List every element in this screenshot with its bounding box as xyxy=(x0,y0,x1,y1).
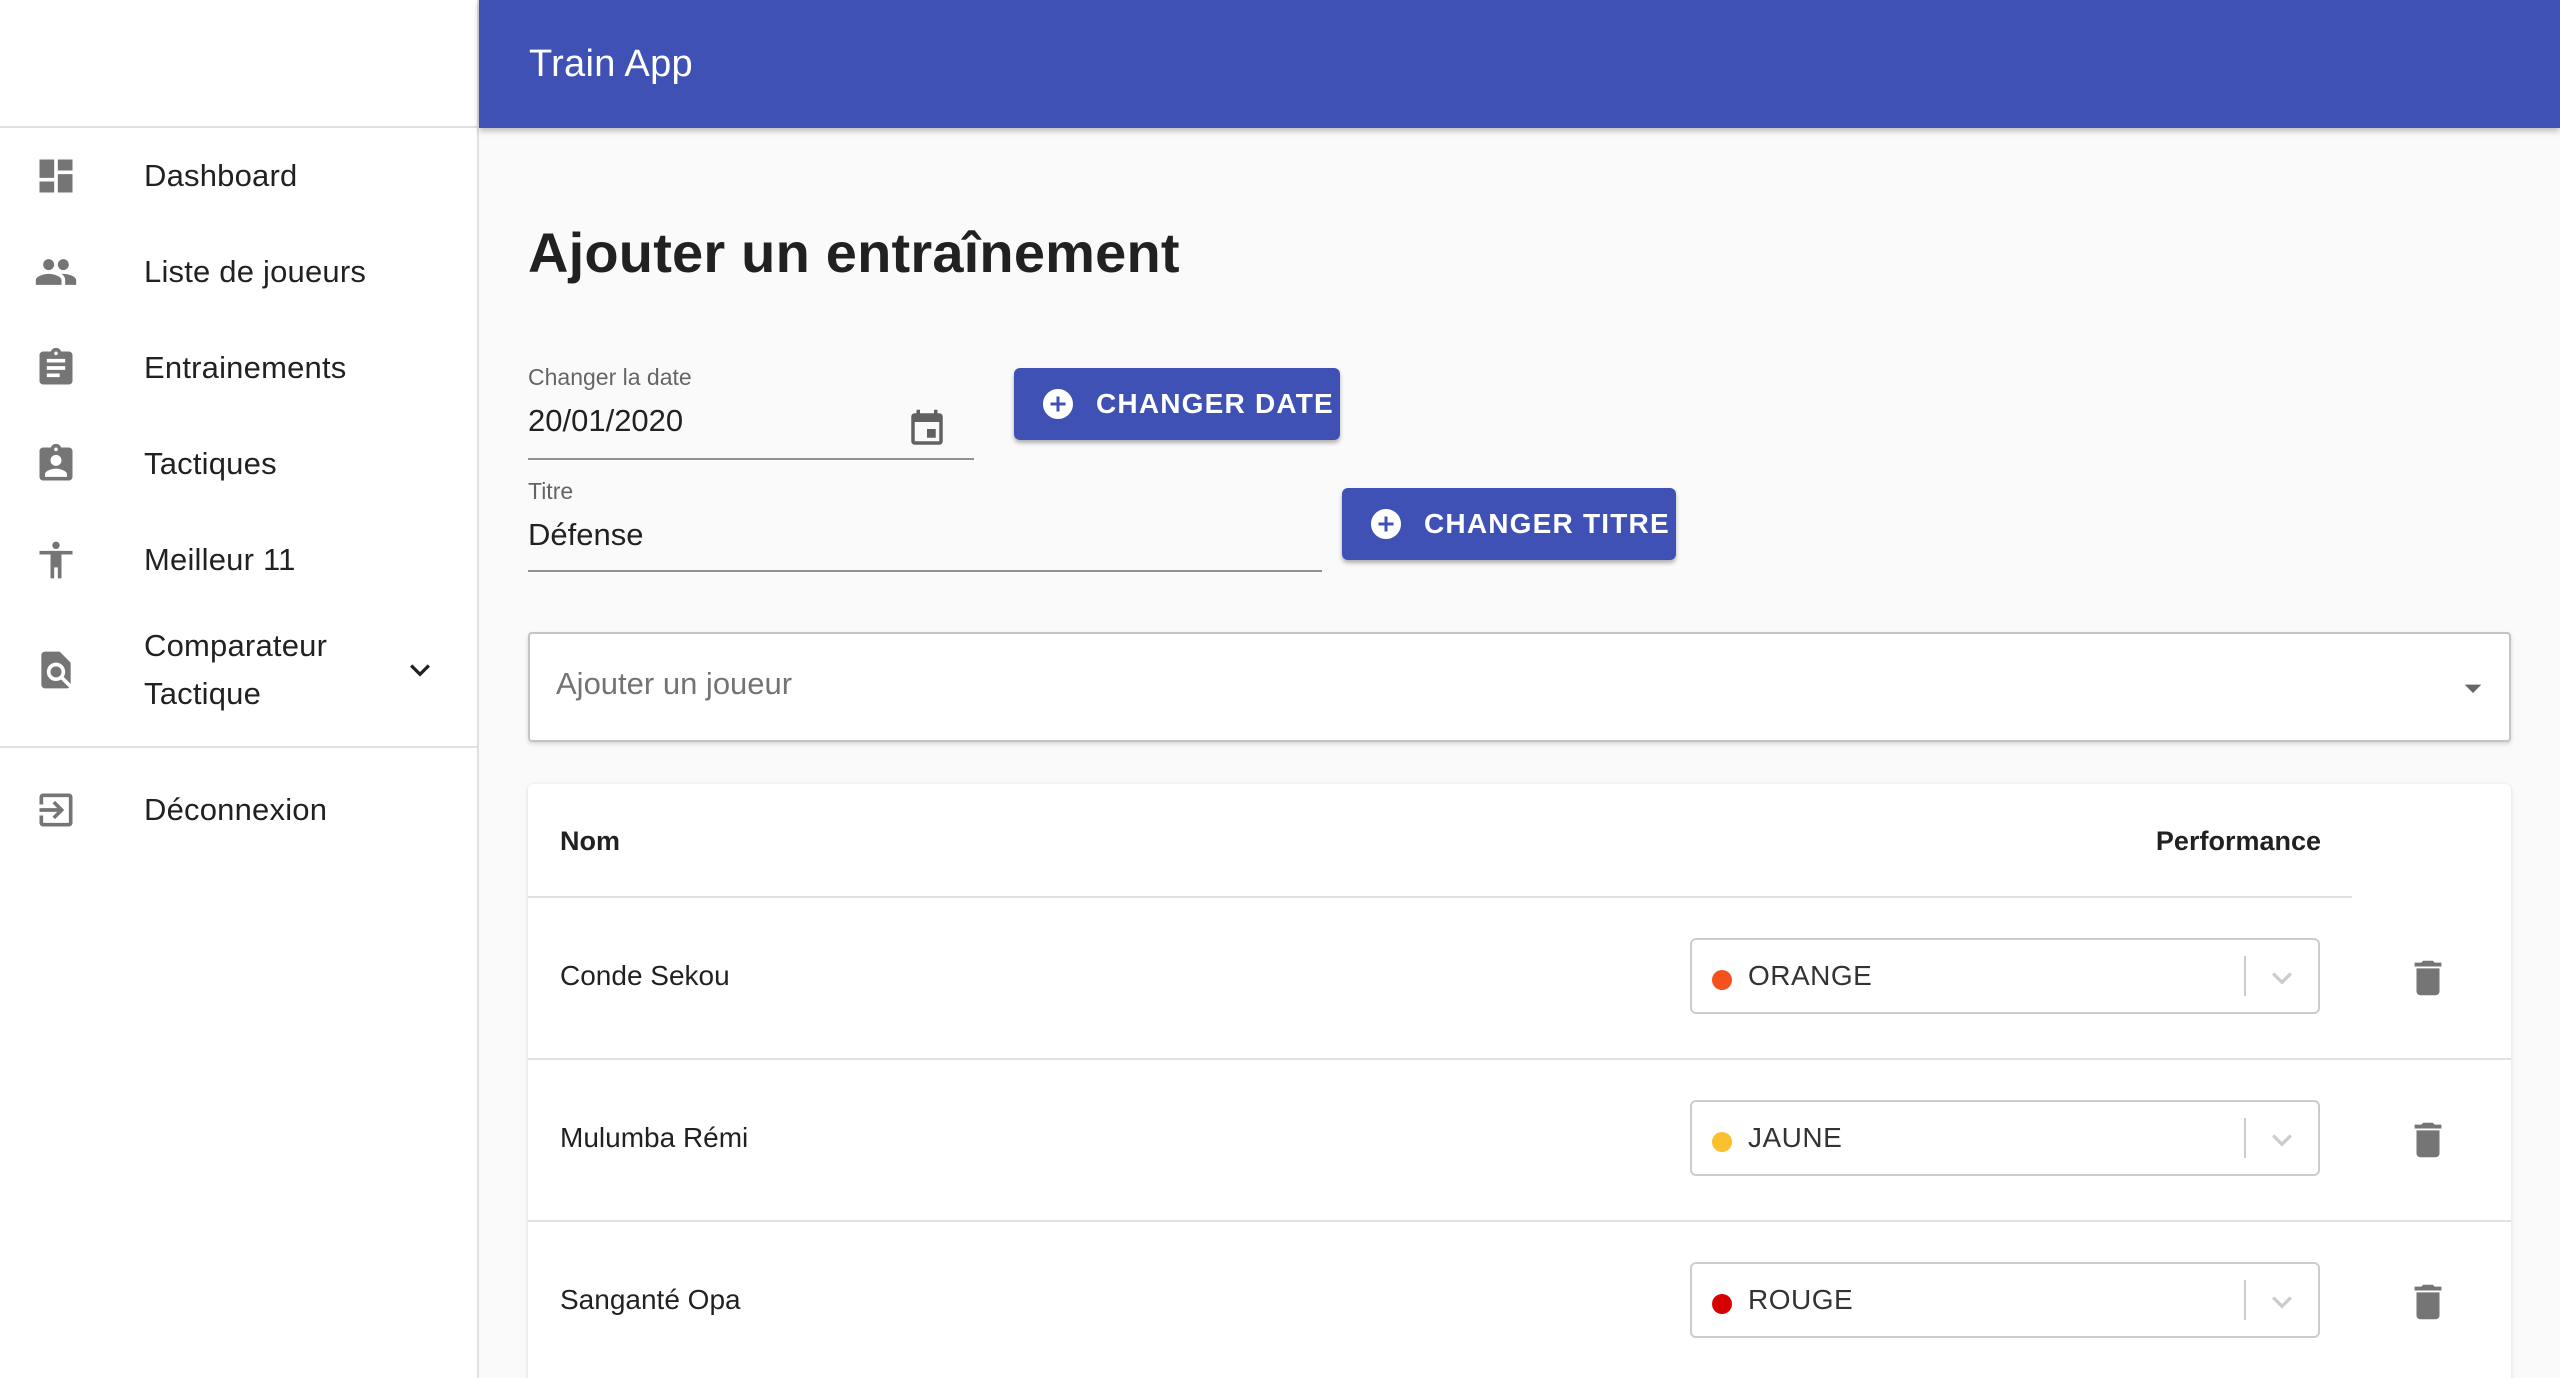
change-date-label: CHANGER DATE xyxy=(1096,388,1334,419)
players-table: Nom Performance Conde Sekou ORANGE Mulum… xyxy=(528,784,2511,1378)
chevron-down-icon[interactable] xyxy=(400,650,440,690)
performance-color-dot xyxy=(1712,1132,1732,1152)
sidebar-item-best-eleven[interactable]: Meilleur 11 xyxy=(0,512,477,608)
performance-select[interactable]: JAUNE xyxy=(1690,1100,2320,1176)
date-field[interactable]: Changer la date 20/01/2020 xyxy=(528,364,974,460)
sidebar-item-label: Entrainements xyxy=(144,350,347,385)
select-separator xyxy=(2244,1280,2246,1320)
people-icon xyxy=(34,250,78,294)
performance-select[interactable]: ORANGE xyxy=(1690,938,2320,1014)
player-name: Mulumba Rémi xyxy=(560,1122,749,1153)
change-date-button[interactable]: CHANGER DATE xyxy=(1014,368,1340,440)
select-separator xyxy=(2244,956,2246,996)
sidebar-item-label: Comparateur Tactique xyxy=(144,628,328,711)
add-player-select[interactable]: Ajouter un joueur xyxy=(528,632,2511,742)
table-header: Nom Performance xyxy=(528,784,2511,898)
title-field-label: Titre xyxy=(528,478,574,504)
sidebar-item-tactic-comparator[interactable]: Comparateur Tactique xyxy=(0,608,477,732)
sidebar-item-tactics[interactable]: Tactiques xyxy=(0,416,477,512)
player-name: Sanganté Opa xyxy=(560,1284,741,1315)
player-name: Conde Sekou xyxy=(560,960,730,991)
date-field-label: Changer la date xyxy=(528,364,692,390)
sidebar-item-trainings[interactable]: Entrainements xyxy=(0,320,477,416)
change-title-button[interactable]: CHANGER TITRE xyxy=(1342,488,1676,560)
sidebar-item-label: Tactiques xyxy=(144,446,277,481)
table-row: Conde Sekou ORANGE xyxy=(528,898,2511,1060)
title-field-value[interactable]: Défense xyxy=(528,517,1322,553)
select-separator xyxy=(2244,1118,2246,1158)
sidebar-header xyxy=(0,0,477,128)
sidebar-item-dashboard[interactable]: Dashboard xyxy=(0,128,477,224)
chevron-down-icon[interactable] xyxy=(2262,1120,2302,1160)
delete-icon[interactable] xyxy=(2405,955,2451,1001)
dashboard-icon xyxy=(34,154,78,198)
page-title: Ajouter un entraînement xyxy=(528,221,1180,284)
dropdown-arrow-icon[interactable] xyxy=(2453,668,2493,708)
header-name: Nom xyxy=(560,826,620,856)
add-circle-icon xyxy=(1368,506,1404,542)
performance-value: JAUNE xyxy=(1748,1122,1843,1153)
title-field[interactable]: Titre Défense xyxy=(528,478,1322,572)
find-in-page-icon xyxy=(34,648,78,692)
title-field-underline xyxy=(528,570,1322,572)
sidebar-item-label: Dashboard xyxy=(144,158,298,193)
clipboard-icon xyxy=(34,346,78,390)
sidebar: Dashboard Liste de joueurs Entrainements… xyxy=(0,0,479,1378)
table-row: Sanganté Opa ROUGE xyxy=(528,1222,2511,1378)
assignment-ind-icon xyxy=(34,442,78,486)
chevron-down-icon[interactable] xyxy=(2262,958,2302,998)
performance-value: ORANGE xyxy=(1748,960,1873,991)
chevron-down-icon[interactable] xyxy=(2262,1282,2302,1322)
exit-icon xyxy=(34,788,78,832)
sidebar-item-label: Déconnexion xyxy=(144,792,328,827)
app-bar: Train App xyxy=(479,0,2560,128)
header-performance: Performance xyxy=(2155,826,2321,856)
app-title: Train App xyxy=(529,42,693,85)
date-field-underline xyxy=(528,458,974,460)
delete-icon[interactable] xyxy=(2405,1279,2451,1325)
sidebar-item-logout[interactable]: Déconnexion xyxy=(0,762,477,858)
main-content: Ajouter un entraînement Changer la date … xyxy=(479,128,2560,1378)
performance-value: ROUGE xyxy=(1748,1284,1854,1315)
calendar-icon[interactable] xyxy=(906,408,948,450)
add-circle-icon xyxy=(1040,386,1076,422)
performance-color-dot xyxy=(1712,970,1732,990)
sidebar-item-players[interactable]: Liste de joueurs xyxy=(0,224,477,320)
sidebar-item-label: Meilleur 11 xyxy=(144,542,296,577)
performance-color-dot xyxy=(1712,1294,1732,1314)
sidebar-item-label: Liste de joueurs xyxy=(144,254,367,289)
accessibility-icon xyxy=(34,538,78,582)
performance-select[interactable]: ROUGE xyxy=(1690,1262,2320,1338)
delete-icon[interactable] xyxy=(2405,1117,2451,1163)
change-title-label: CHANGER TITRE xyxy=(1424,508,1670,539)
app-root: Dashboard Liste de joueurs Entrainements… xyxy=(0,0,2560,1378)
sidebar-nav: Dashboard Liste de joueurs Entrainements… xyxy=(0,128,477,732)
table-row: Mulumba Rémi JAUNE xyxy=(528,1060,2511,1222)
add-player-placeholder: Ajouter un joueur xyxy=(556,666,793,701)
